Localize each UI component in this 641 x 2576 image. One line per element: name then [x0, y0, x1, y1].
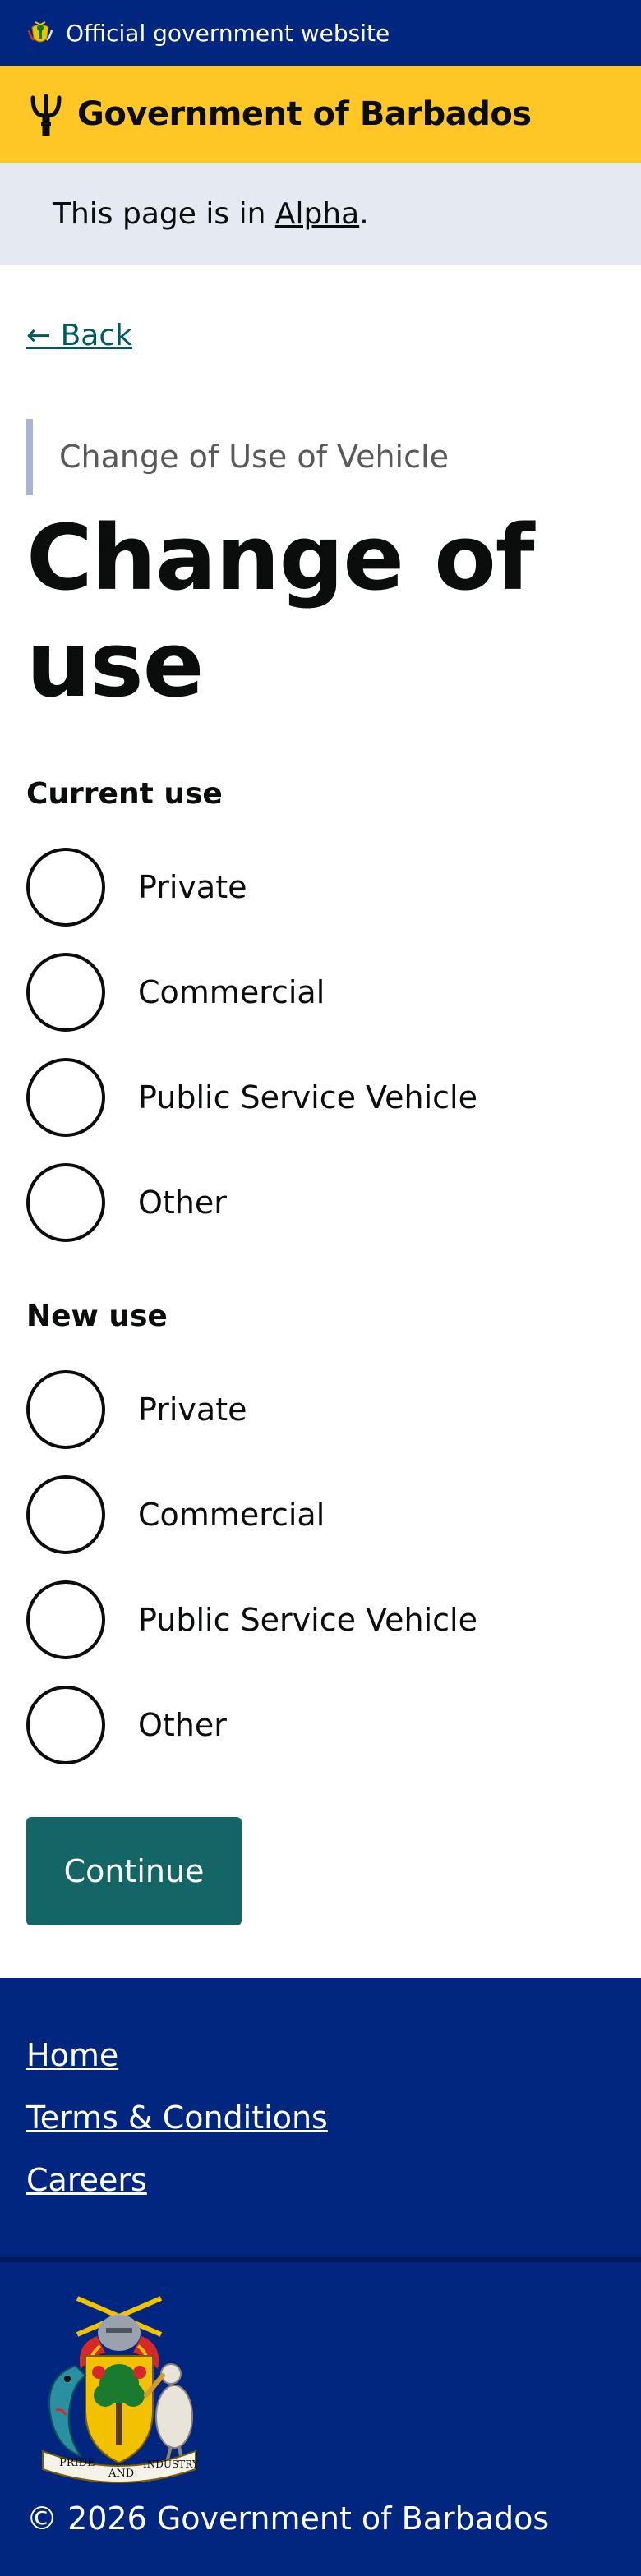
- site-header: Government of Barbados: [0, 66, 641, 163]
- trident-icon: [30, 94, 62, 136]
- new-use-psv-radio[interactable]: Public Service Vehicle: [26, 1580, 477, 1659]
- radio-label[interactable]: Public Service Vehicle: [138, 1602, 477, 1638]
- radio-label[interactable]: Commercial: [138, 974, 325, 1010]
- new-use-legend: New use: [26, 1300, 168, 1333]
- site-title[interactable]: Government of Barbados: [77, 95, 532, 133]
- radio-circle[interactable]: [26, 1370, 105, 1449]
- current-use-legend: Current use: [26, 777, 223, 811]
- alpha-link[interactable]: Alpha: [275, 197, 359, 231]
- official-website-text: Official government website: [66, 19, 390, 47]
- radio-label[interactable]: Other: [138, 1184, 227, 1221]
- radio-circle[interactable]: [26, 1686, 105, 1764]
- footer-link-home[interactable]: Home: [26, 2037, 118, 2073]
- coat-motto-and: AND: [108, 2468, 134, 2480]
- current-use-other-radio[interactable]: Other: [26, 1163, 227, 1242]
- radio-label[interactable]: Private: [138, 1392, 247, 1428]
- radio-label[interactable]: Commercial: [138, 1497, 325, 1533]
- footer-bottom: PRIDE AND INDUSTRY © 2026 Government of …: [0, 2262, 641, 2576]
- radio-circle[interactable]: [26, 1475, 105, 1554]
- new-use-commercial-radio[interactable]: Commercial: [26, 1475, 325, 1554]
- copyright-text: © 2026 Government of Barbados: [26, 2500, 550, 2537]
- official-banner: Official government website: [0, 0, 641, 66]
- new-use-other-radio[interactable]: Other: [26, 1686, 227, 1764]
- phase-banner: This page is in Alpha .: [0, 163, 641, 264]
- radio-label[interactable]: Other: [138, 1707, 227, 1743]
- page-title-line-1: Change of: [26, 505, 535, 610]
- coat-of-arms-icon: PRIDE AND INDUSTRY: [42, 2296, 200, 2483]
- page-title-line-2: use: [26, 612, 204, 717]
- radio-circle[interactable]: [26, 1058, 105, 1137]
- radio-label[interactable]: Public Service Vehicle: [138, 1079, 477, 1116]
- current-use-private-radio[interactable]: Private: [26, 848, 247, 927]
- back-link[interactable]: ← Back: [26, 319, 132, 352]
- current-use-commercial-radio[interactable]: Commercial: [26, 953, 325, 1032]
- phase-prefix: This page is in: [53, 196, 275, 231]
- footer-navigation: Home Terms & Conditions Careers: [0, 1978, 641, 2257]
- phase-suffix: .: [359, 196, 369, 231]
- page-title: Change of use: [26, 504, 618, 718]
- radio-circle[interactable]: [26, 1163, 105, 1242]
- footer-link-terms[interactable]: Terms & Conditions: [26, 2100, 328, 2136]
- continue-button[interactable]: Continue: [26, 1817, 242, 1925]
- radio-circle[interactable]: [26, 1580, 105, 1659]
- radio-circle[interactable]: [26, 848, 105, 927]
- coat-motto-pride: PRIDE: [59, 2457, 95, 2469]
- new-use-private-radio[interactable]: Private: [26, 1370, 247, 1449]
- radio-label[interactable]: Private: [138, 869, 247, 905]
- barbados-crest-icon: [27, 21, 53, 43]
- footer-link-careers[interactable]: Careers: [26, 2162, 147, 2198]
- coat-motto-industry: INDUSTRY: [143, 2459, 200, 2470]
- page-caption: Change of Use of Vehicle: [26, 419, 449, 494]
- radio-circle[interactable]: [26, 953, 105, 1032]
- current-use-psv-radio[interactable]: Public Service Vehicle: [26, 1058, 477, 1137]
